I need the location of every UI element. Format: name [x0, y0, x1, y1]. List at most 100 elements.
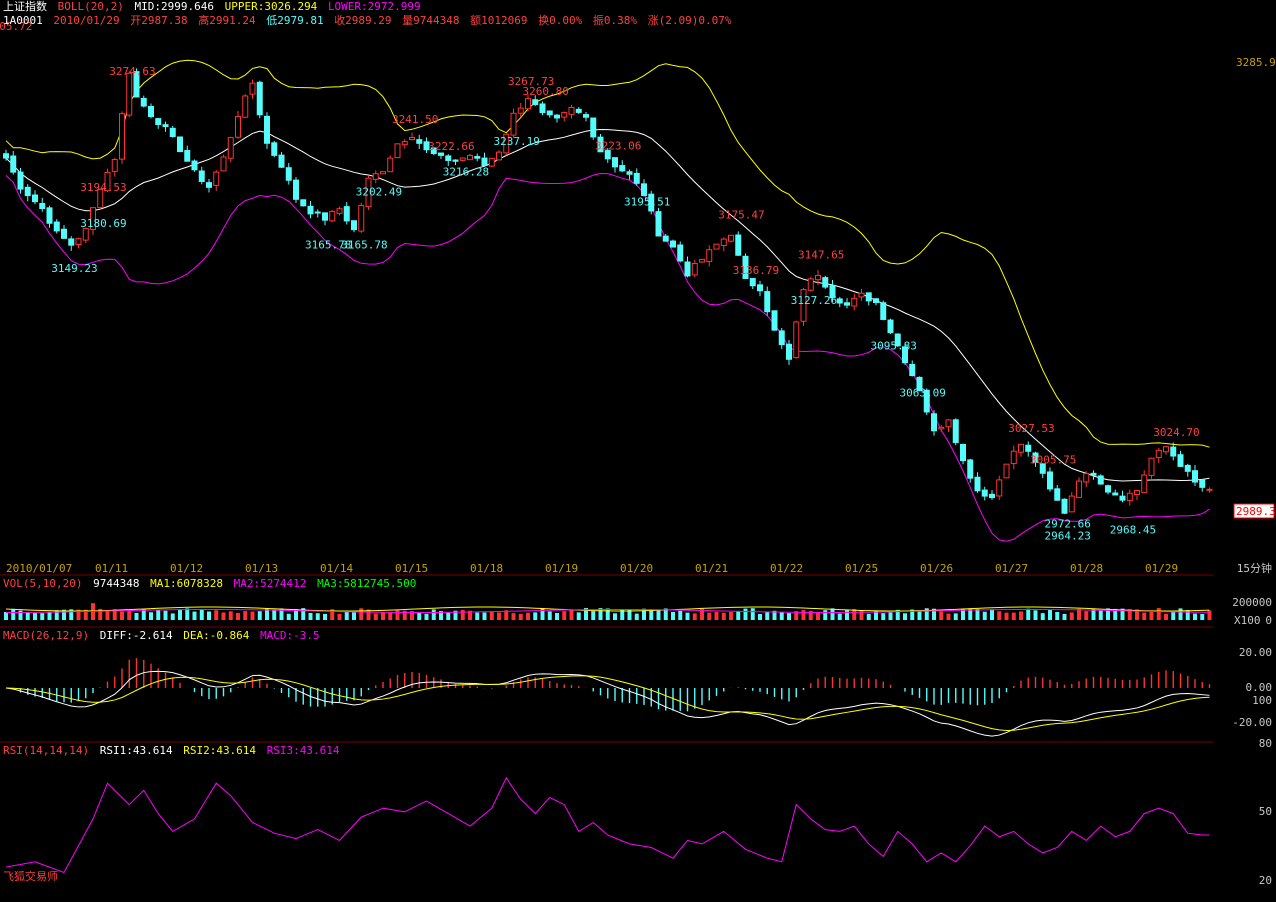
candle[interactable]	[184, 145, 191, 162]
candle[interactable]	[213, 169, 220, 191]
rsi-label[interactable]: RSI(14,14,14)	[3, 744, 89, 757]
candle[interactable]	[293, 177, 299, 203]
candle[interactable]	[249, 79, 256, 99]
candle[interactable]	[1061, 498, 1068, 515]
candle[interactable]	[612, 157, 618, 173]
candle[interactable]	[677, 241, 684, 263]
candle[interactable]	[1170, 442, 1177, 461]
candle[interactable]	[198, 166, 205, 185]
candle[interactable]	[191, 159, 198, 172]
candle[interactable]	[46, 205, 53, 228]
candle[interactable]	[822, 275, 829, 289]
candle[interactable]	[467, 153, 473, 161]
candle[interactable]	[256, 80, 263, 119]
candle[interactable]	[307, 201, 314, 219]
candle[interactable]	[539, 101, 546, 116]
candle[interactable]	[909, 360, 916, 377]
candle[interactable]	[53, 219, 60, 234]
candle[interactable]	[720, 237, 727, 252]
candle[interactable]	[633, 168, 640, 186]
candle[interactable]	[684, 256, 691, 278]
candle[interactable]	[1177, 450, 1184, 467]
candle[interactable]	[1199, 479, 1206, 492]
candle[interactable]	[1134, 489, 1140, 501]
candle[interactable]	[836, 296, 843, 308]
candle[interactable]	[931, 410, 937, 436]
candle[interactable]	[488, 157, 495, 167]
candle[interactable]	[416, 134, 423, 150]
candle[interactable]	[119, 111, 125, 164]
candle[interactable]	[1112, 489, 1119, 496]
candle[interactable]	[1068, 492, 1075, 513]
candle[interactable]	[409, 132, 415, 141]
candle[interactable]	[771, 310, 778, 331]
candle[interactable]	[880, 300, 887, 321]
candle[interactable]	[140, 95, 147, 108]
candle[interactable]	[807, 276, 814, 292]
candle[interactable]	[670, 239, 676, 248]
candle[interactable]	[39, 197, 46, 212]
candle[interactable]	[699, 258, 705, 263]
candle[interactable]	[735, 231, 742, 256]
candle[interactable]	[952, 418, 959, 446]
candle[interactable]	[1003, 463, 1010, 479]
candle[interactable]	[271, 140, 278, 158]
candle[interactable]	[445, 154, 452, 166]
candle[interactable]	[32, 190, 38, 205]
candle[interactable]	[17, 168, 24, 194]
candle[interactable]	[162, 121, 169, 132]
candle[interactable]	[1054, 484, 1061, 501]
candle[interactable]	[387, 155, 394, 173]
candle[interactable]	[351, 220, 357, 233]
candle[interactable]	[996, 475, 1003, 501]
candle[interactable]	[401, 139, 408, 149]
candle[interactable]	[300, 199, 307, 207]
candle[interactable]	[336, 206, 343, 216]
candle[interactable]	[583, 111, 589, 122]
candle[interactable]	[481, 152, 488, 167]
candle[interactable]	[713, 243, 720, 250]
candle[interactable]	[510, 108, 517, 138]
macd-label[interactable]: MACD(26,12,9)	[3, 629, 89, 642]
candle[interactable]	[82, 227, 89, 244]
candle[interactable]	[358, 202, 365, 233]
candle[interactable]	[220, 154, 227, 172]
candle[interactable]	[641, 179, 647, 197]
candle[interactable]	[989, 490, 995, 500]
candle[interactable]	[561, 111, 568, 122]
candle[interactable]	[546, 110, 553, 118]
candle[interactable]	[887, 318, 894, 335]
candle[interactable]	[945, 419, 952, 433]
candle[interactable]	[227, 136, 234, 163]
candle[interactable]	[380, 171, 386, 175]
candle[interactable]	[1018, 443, 1024, 457]
candle[interactable]	[61, 225, 67, 239]
candle[interactable]	[974, 472, 981, 493]
candle[interactable]	[1076, 477, 1082, 499]
candle[interactable]	[1141, 470, 1148, 493]
candle[interactable]	[1010, 445, 1017, 470]
candle[interactable]	[626, 169, 633, 180]
candle[interactable]	[285, 162, 292, 185]
vol-label[interactable]: VOL(5,10,20)	[3, 577, 82, 590]
candle[interactable]	[264, 112, 270, 149]
candle[interactable]	[329, 209, 336, 223]
candle[interactable]	[496, 150, 502, 161]
candle[interactable]	[206, 179, 212, 193]
candle[interactable]	[691, 259, 698, 278]
boll-label[interactable]: BOLL(20,2)	[58, 0, 124, 13]
candle[interactable]	[1097, 474, 1104, 485]
candle[interactable]	[757, 280, 763, 297]
candle[interactable]	[1148, 457, 1155, 479]
candle[interactable]	[749, 278, 756, 290]
candle[interactable]	[1083, 471, 1090, 488]
candle[interactable]	[68, 236, 75, 251]
candle[interactable]	[155, 118, 162, 129]
candle[interactable]	[568, 104, 575, 119]
candle[interactable]	[75, 237, 82, 249]
candle[interactable]	[111, 157, 118, 177]
candle[interactable]	[1047, 467, 1053, 492]
candle[interactable]	[126, 71, 133, 118]
candle[interactable]	[10, 150, 17, 175]
candle[interactable]	[24, 184, 31, 202]
